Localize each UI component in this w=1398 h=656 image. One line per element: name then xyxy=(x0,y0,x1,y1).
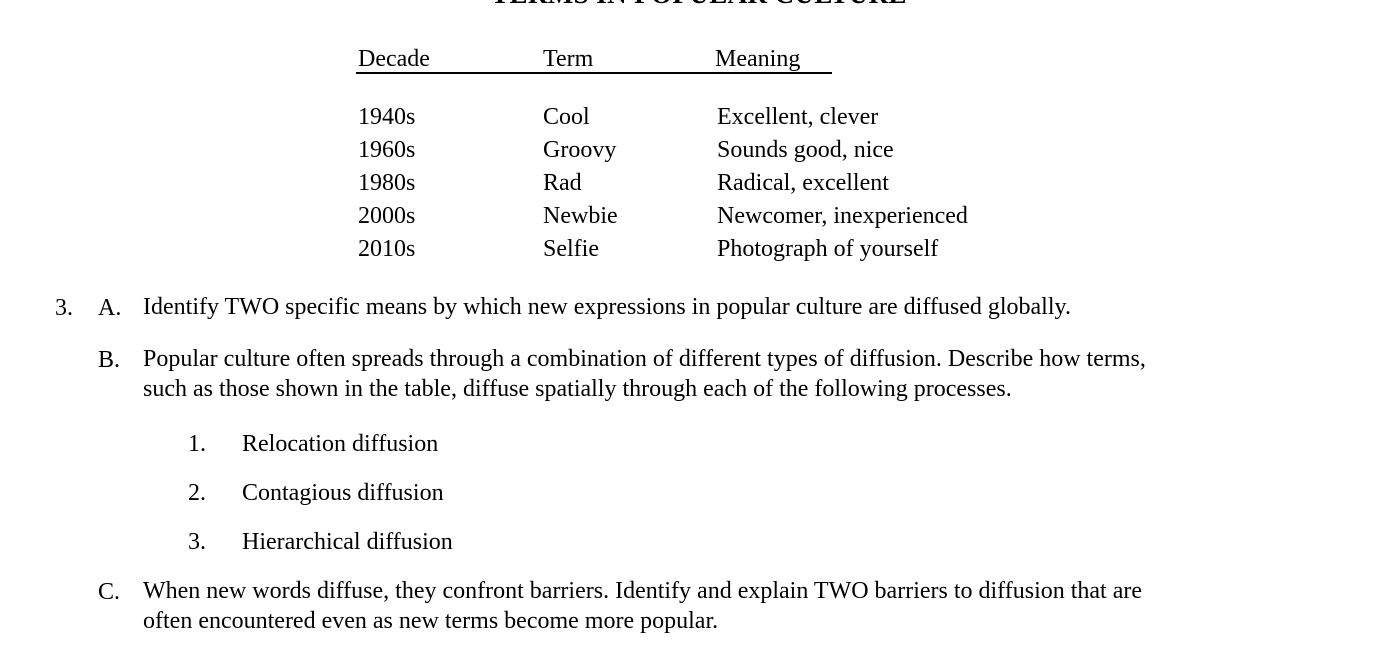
table-row: 1980s Rad Radical, excellent xyxy=(358,168,1078,201)
part-a-text: Identify TWO specific means by which new… xyxy=(143,293,1375,323)
list-item: 2. Contagious diffusion xyxy=(0,478,1398,527)
question-part-c: C. When new words diffuse, they confront… xyxy=(0,577,1398,639)
question-block: 3. A. Identify TWO specific means by whi… xyxy=(0,293,1398,639)
list-item: 3. Hierarchical diffusion xyxy=(0,527,1398,576)
cell-meaning: Radical, excellent xyxy=(717,170,889,196)
list-item: 1. Relocation diffusion xyxy=(0,429,1398,478)
list-item-label: Hierarchical diffusion xyxy=(242,529,453,555)
cell-term: Newbie xyxy=(543,203,618,229)
part-label-b: B. xyxy=(98,347,121,373)
cell-meaning: Newcomer, inexperienced xyxy=(717,203,968,229)
cell-decade: 1960s xyxy=(358,137,416,163)
part-c-line-2: often encountered even as new terms beco… xyxy=(143,607,719,634)
part-b-line-2: such as those shown in the table, diffus… xyxy=(143,375,1012,402)
question-part-b: B. Popular culture often spreads through… xyxy=(0,345,1398,429)
cell-decade: 1940s xyxy=(358,104,416,130)
table-row: 1940s Cool Excellent, clever xyxy=(358,102,1078,135)
cell-meaning: Excellent, clever xyxy=(717,104,879,130)
table-header-term: Term xyxy=(543,46,594,72)
list-item-label: Contagious diffusion xyxy=(242,480,444,506)
cell-term: Groovy xyxy=(543,137,617,163)
table-row: 2010s Selfie Photograph of yourself xyxy=(358,234,1078,267)
part-a-line-1: Identify TWO specific means by which new… xyxy=(143,294,1071,320)
cell-decade: 2000s xyxy=(358,203,416,229)
cell-decade: 1980s xyxy=(358,170,416,196)
document-page: TERMS IN POPULAR CULTURE Decade Term Mea… xyxy=(0,0,1398,656)
list-item-number: 1. xyxy=(188,431,206,457)
list-item-number: 2. xyxy=(188,480,206,506)
list-item-number: 3. xyxy=(188,529,206,555)
part-label-c: C. xyxy=(98,579,121,605)
cell-term: Cool xyxy=(543,104,590,130)
cell-meaning: Photograph of yourself xyxy=(717,236,939,262)
diffusion-process-list: 1. Relocation diffusion 2. Contagious di… xyxy=(0,429,1398,577)
question-number: 3. xyxy=(55,295,73,321)
cell-meaning: Sounds good, nice xyxy=(717,137,894,163)
cell-term: Rad xyxy=(543,170,582,196)
table-header-underline xyxy=(356,72,832,74)
table-header-row: Decade Term Meaning xyxy=(356,46,832,76)
part-c-text: When new words diffuse, they confront ba… xyxy=(143,577,1375,636)
table-header-decade: Decade xyxy=(358,46,430,72)
document-title-clip: TERMS IN POPULAR CULTURE xyxy=(0,0,1398,12)
cell-decade: 2010s xyxy=(358,236,416,262)
cell-term: Selfie xyxy=(543,236,599,262)
terms-table: Decade Term Meaning 1940s Cool Excellent… xyxy=(356,46,968,262)
list-item-label: Relocation diffusion xyxy=(242,431,439,457)
part-b-text: Popular culture often spreads through a … xyxy=(143,345,1375,404)
part-c-line-1: When new words diffuse, they confront ba… xyxy=(143,578,1143,604)
table-row: 1960s Groovy Sounds good, nice xyxy=(358,135,1078,168)
table-header-meaning: Meaning xyxy=(715,46,801,72)
part-b-line-1: Popular culture often spreads through a … xyxy=(143,346,1146,372)
part-label-a: A. xyxy=(98,295,122,321)
table-body: 1940s Cool Excellent, clever 1960s Groov… xyxy=(358,102,1078,267)
table-row: 2000s Newbie Newcomer, inexperienced xyxy=(358,201,1078,234)
page-title: TERMS IN POPULAR CULTURE xyxy=(0,0,1398,10)
question-part-a: 3. A. Identify TWO specific means by whi… xyxy=(0,293,1398,345)
